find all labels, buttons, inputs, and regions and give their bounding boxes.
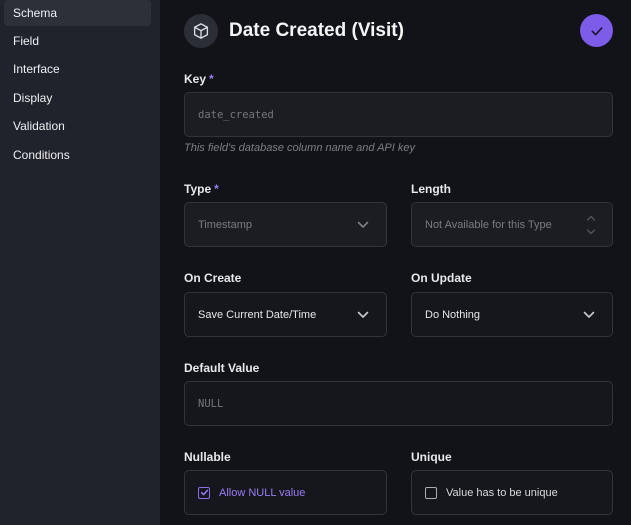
sidebar-item-display[interactable]: Display xyxy=(4,85,151,111)
chevron-down-icon xyxy=(583,311,595,318)
type-select[interactable]: Timestamp xyxy=(184,202,387,247)
save-button[interactable] xyxy=(580,14,613,47)
field-editor: Date Created (Visit) Key * date_created T… xyxy=(160,0,631,525)
key-field[interactable]: date_created xyxy=(184,92,613,137)
key-label: Key * xyxy=(184,72,214,86)
length-placeholder: Not Available for this Type xyxy=(425,218,552,231)
on-create-select[interactable]: Save Current Date/Time xyxy=(184,292,387,337)
key-value: date_created xyxy=(198,108,274,121)
type-value: Timestamp xyxy=(198,218,252,231)
sidebar-item-validation[interactable]: Validation xyxy=(4,113,151,139)
unique-checkbox-label: Value has to be unique xyxy=(446,486,558,499)
sidebar-item-conditions[interactable]: Conditions xyxy=(4,142,151,168)
type-label: Type * xyxy=(184,182,219,196)
unique-checkbox[interactable]: Value has to be unique xyxy=(411,470,613,515)
on-update-select[interactable]: Do Nothing xyxy=(411,292,613,337)
required-mark: * xyxy=(209,72,214,86)
sidebar-item-schema[interactable]: Schema xyxy=(4,0,151,26)
on-update-value: Do Nothing xyxy=(425,308,481,321)
sidebar-item-field[interactable]: Field xyxy=(4,28,151,54)
page-title: Date Created (Visit) xyxy=(229,20,404,41)
length-input[interactable]: Not Available for this Type xyxy=(411,202,613,247)
chevron-down-icon xyxy=(357,311,369,318)
on-update-label: On Update xyxy=(411,271,472,285)
nullable-checkbox-label: Allow NULL value xyxy=(219,486,306,499)
default-value-label: Default Value xyxy=(184,361,260,375)
checkbox-checked-icon xyxy=(198,486,210,499)
check-icon xyxy=(591,26,602,35)
sidebar: Schema Field Interface Display Validatio… xyxy=(0,0,160,525)
required-mark: * xyxy=(214,182,219,196)
default-value-placeholder: NULL xyxy=(198,397,224,410)
length-label: Length xyxy=(411,182,451,196)
cube-icon xyxy=(184,14,218,48)
chevron-down-icon xyxy=(357,221,369,228)
sidebar-item-interface[interactable]: Interface xyxy=(4,56,151,82)
key-hint: This field's database column name and AP… xyxy=(184,142,415,154)
stepper-arrows-icon xyxy=(586,215,596,234)
nullable-label: Nullable xyxy=(184,450,231,464)
checkbox-unchecked-icon xyxy=(425,486,437,499)
on-create-label: On Create xyxy=(184,271,242,285)
default-value-input[interactable]: NULL xyxy=(184,381,613,426)
on-create-value: Save Current Date/Time xyxy=(198,308,317,321)
nullable-checkbox[interactable]: Allow NULL value xyxy=(184,470,387,515)
unique-label: Unique xyxy=(411,450,452,464)
